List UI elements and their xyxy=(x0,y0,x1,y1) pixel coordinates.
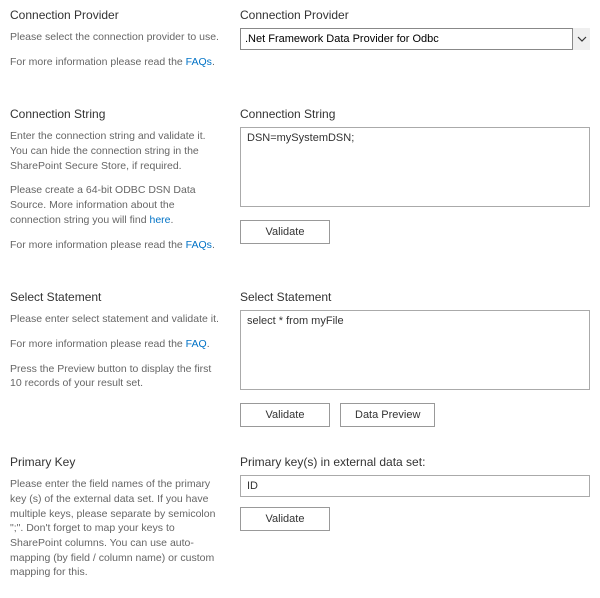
section-desc: Please enter select statement and valida… xyxy=(10,312,220,327)
validate-button[interactable]: Validate xyxy=(240,403,330,427)
section-title: Select Statement xyxy=(10,290,220,304)
field-label: Connection Provider xyxy=(240,8,590,22)
right-col: Primary key(s) in external data set: Val… xyxy=(240,455,590,590)
data-preview-button[interactable]: Data Preview xyxy=(340,403,435,427)
button-row: Validate Data Preview xyxy=(240,403,590,427)
more-info-text: For more information please read the FAQ… xyxy=(10,55,220,70)
faq-link[interactable]: FAQs xyxy=(186,56,212,68)
section-connection-provider: Connection Provider Please select the co… xyxy=(10,8,590,79)
primary-key-input[interactable] xyxy=(240,475,590,497)
connection-provider-select[interactable]: .Net Framework Data Provider for Odbc xyxy=(240,28,590,50)
section-desc: Enter the connection string and validate… xyxy=(10,129,220,173)
right-col: Connection String Validate xyxy=(240,107,590,262)
button-row: Validate xyxy=(240,507,590,531)
right-col: Select Statement Validate Data Preview xyxy=(240,290,590,427)
here-link[interactable]: here xyxy=(150,214,171,226)
field-label: Primary key(s) in external data set: xyxy=(240,455,590,469)
section-desc-2: Press the Preview button to display the … xyxy=(10,362,220,391)
field-label: Select Statement xyxy=(240,290,590,304)
left-col: Primary Key Please enter the field names… xyxy=(10,455,240,590)
left-col: Select Statement Please enter select sta… xyxy=(10,290,240,427)
validate-button[interactable]: Validate xyxy=(240,507,330,531)
section-desc-2: Please create a 64-bit ODBC DSN Data Sou… xyxy=(10,183,220,227)
section-title: Connection Provider xyxy=(10,8,220,22)
select-statement-input[interactable] xyxy=(240,310,590,390)
section-primary-key: Primary Key Please enter the field names… xyxy=(10,455,590,590)
faq-link[interactable]: FAQ xyxy=(186,338,207,350)
button-row: Validate xyxy=(240,220,590,244)
section-desc: Please select the connection provider to… xyxy=(10,30,220,45)
section-title: Connection String xyxy=(10,107,220,121)
section-connection-string: Connection String Enter the connection s… xyxy=(10,107,590,262)
section-select-statement: Select Statement Please enter select sta… xyxy=(10,290,590,427)
section-desc: Please enter the field names of the prim… xyxy=(10,477,220,580)
provider-select-wrap: .Net Framework Data Provider for Odbc xyxy=(240,28,590,50)
section-title: Primary Key xyxy=(10,455,220,469)
field-label: Connection String xyxy=(240,107,590,121)
more-info-text: For more information please read the FAQ… xyxy=(10,238,220,253)
left-col: Connection String Enter the connection s… xyxy=(10,107,240,262)
validate-button[interactable]: Validate xyxy=(240,220,330,244)
left-col: Connection Provider Please select the co… xyxy=(10,8,240,79)
connection-string-input[interactable] xyxy=(240,127,590,207)
more-info-text: For more information please read the FAQ… xyxy=(10,337,220,352)
right-col: Connection Provider .Net Framework Data … xyxy=(240,8,590,79)
faq-link[interactable]: FAQs xyxy=(186,239,212,251)
